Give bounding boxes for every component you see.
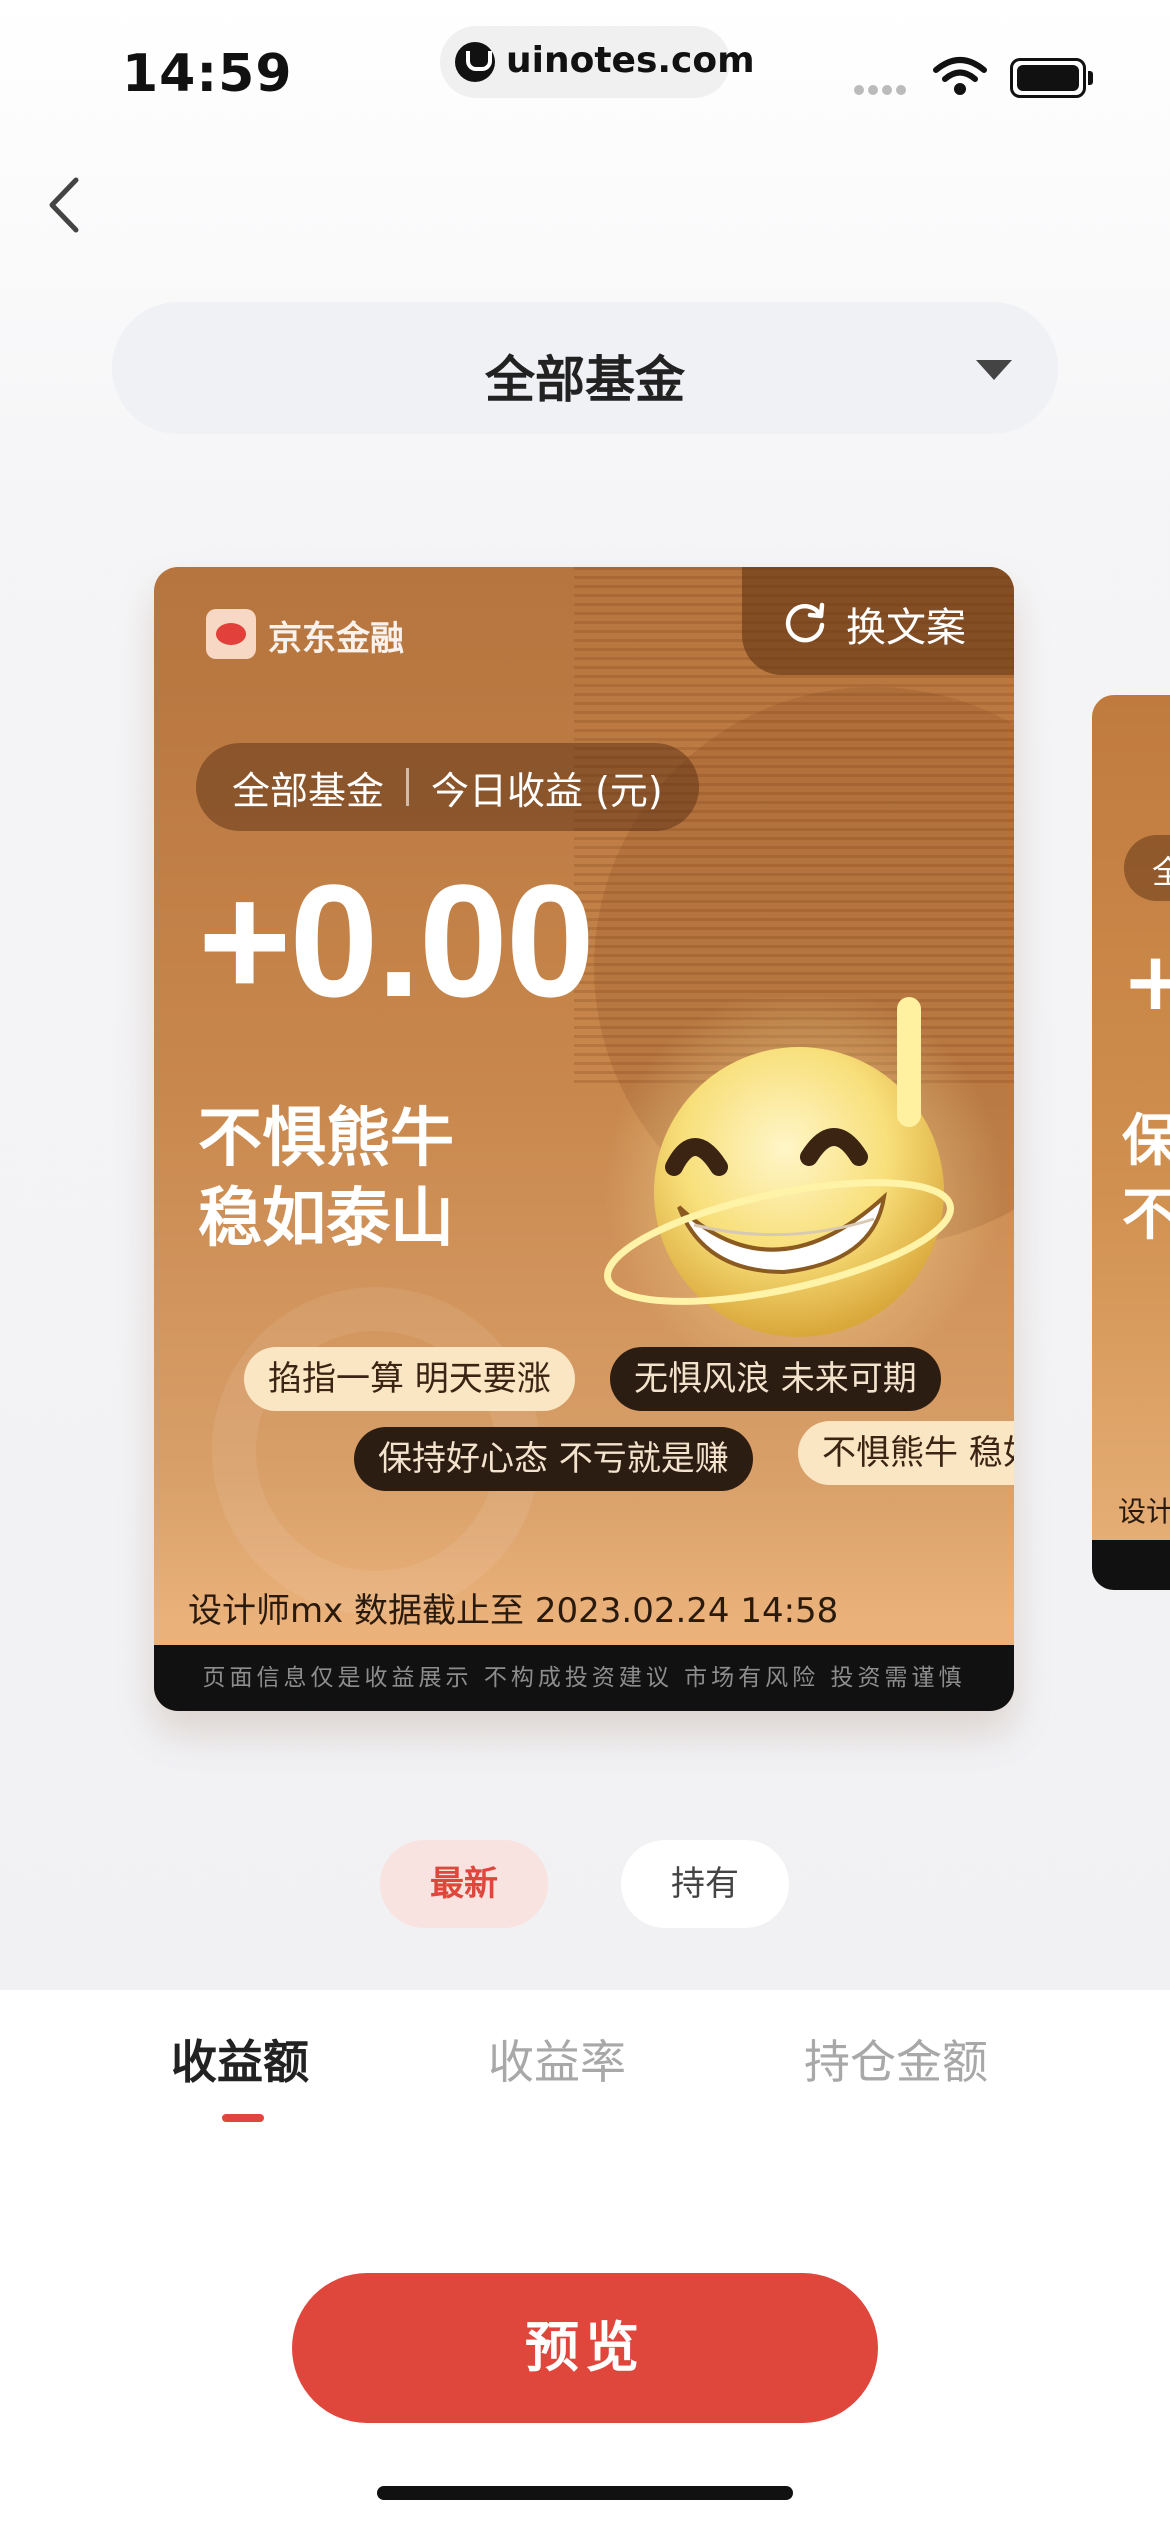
peek-tag-text: 全 <box>1152 853 1170 891</box>
tab-profit-amount[interactable]: 收益额 <box>171 2026 309 2092</box>
peek-slogan: 保 不 <box>1122 1105 1170 1253</box>
brand-name: 京东金融 <box>268 619 404 659</box>
active-tab-indicator <box>222 2114 264 2122</box>
fund-selector[interactable]: 全部基金 <box>112 302 1058 434</box>
next-card-peek[interactable]: 全 + 保 不 设计 <box>1092 695 1170 1590</box>
copy-chip-3[interactable]: 保持好心态 不亏就是赚 <box>354 1427 753 1491</box>
url-text: uinotes.com <box>506 40 755 81</box>
refresh-icon <box>785 602 825 643</box>
bottom-sheet: 收益额 收益率 持仓金额 <box>0 1990 1170 2532</box>
tab-holding-amount[interactable]: 持仓金额 <box>804 2026 988 2092</box>
change-copy-label: 换文案 <box>846 605 966 651</box>
segment-latest[interactable]: 最新 <box>380 1840 548 1928</box>
wifi-icon <box>933 57 987 95</box>
signal-icon <box>854 80 910 99</box>
change-copy-button[interactable]: 换文案 <box>742 567 1014 675</box>
peek-tag: 全 <box>1124 835 1170 901</box>
copy-chip-4[interactable]: 不惧熊牛 稳如 <box>798 1421 1014 1485</box>
tab-profit-rate[interactable]: 收益率 <box>488 2026 626 2092</box>
status-time: 14:59 <box>122 44 293 104</box>
preview-button[interactable]: 预览 <box>292 2273 878 2423</box>
peek-amount: + <box>1122 935 1170 1028</box>
share-card[interactable]: 京东金融 换文案 全部基金 今日收益 (元) +0.00 不惧熊牛 稳如泰山 掐… <box>154 567 1014 1711</box>
segment-holding[interactable]: 持有 <box>621 1840 789 1928</box>
peek-footer: 设计 <box>1118 1495 1170 1528</box>
tag-divider <box>406 768 410 806</box>
copy-chip-2[interactable]: 无惧风浪 未来可期 <box>610 1347 941 1411</box>
peek-slogan-1: 保 <box>1122 1109 1170 1174</box>
dropdown-caret-icon <box>976 360 1012 380</box>
back-arrow-icon[interactable] <box>40 170 90 240</box>
peek-slogan-2: 不 <box>1122 1183 1170 1248</box>
profit-amount: +0.00 <box>198 851 595 1030</box>
status-bar: 14:59 uinotes.com <box>0 0 1170 140</box>
site-logo-icon <box>455 42 495 82</box>
fund-selector-label: 全部基金 <box>485 351 685 409</box>
grinning-emoji-illustration <box>604 997 1004 1377</box>
jd-finance-logo-icon <box>206 609 256 659</box>
fund-metric-tag: 全部基金 今日收益 (元) <box>196 743 699 831</box>
tag-metric: 今日收益 (元) <box>431 768 663 813</box>
copy-chip-1[interactable]: 掐指一算 明天要涨 <box>244 1347 575 1411</box>
home-indicator <box>377 2486 793 2500</box>
peek-disclaimer-bar <box>1092 1540 1170 1590</box>
slogan-line-2: 稳如泰山 <box>198 1182 454 1256</box>
card-footer: 设计师mx 数据截止至 2023.02.24 14:58 <box>188 1591 839 1631</box>
card-disclaimer: 页面信息仅是收益展示 不构成投资建议 市场有风险 投资需谨慎 <box>154 1645 1014 1711</box>
url-pill[interactable]: uinotes.com <box>440 26 755 98</box>
battery-icon <box>1010 58 1093 98</box>
tag-fund-name: 全部基金 <box>232 768 385 813</box>
slogan-line-1: 不惧熊牛 <box>198 1102 454 1176</box>
